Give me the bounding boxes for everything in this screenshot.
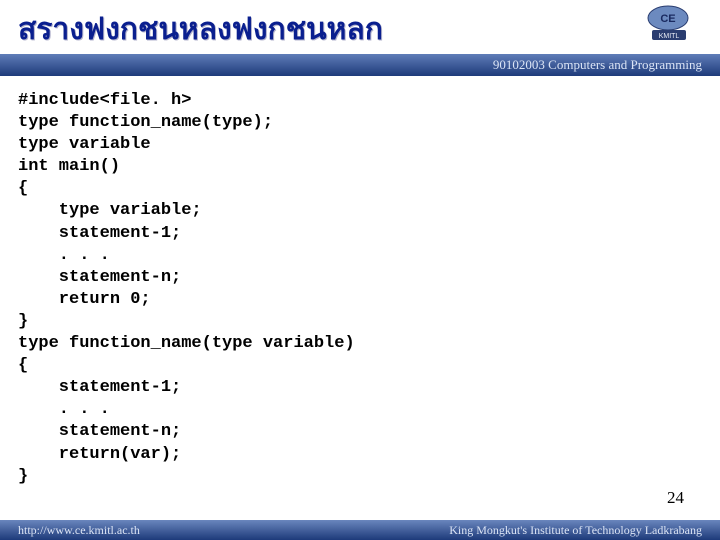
slide-title: สรางฟงกชนหลงฟงกชนหลก — [18, 6, 383, 53]
ce-kmitl-logo: CE KMITL — [642, 4, 694, 44]
svg-text:CE: CE — [660, 13, 675, 25]
footer-bar: http://www.ce.kmitl.ac.th King Mongkut's… — [0, 520, 720, 540]
svg-text:KMITL: KMITL — [659, 33, 680, 40]
page-number: 24 — [667, 488, 684, 508]
course-code-text: 90102003 Computers and Programming — [493, 57, 702, 73]
footer-institution: King Mongkut's Institute of Technology L… — [449, 523, 702, 538]
code-example: #include<file. h> type function_name(typ… — [18, 90, 355, 488]
header-area: สรางฟงกชนหลงฟงกชนหลก CE KMITL 90102003 C… — [0, 0, 720, 78]
header-bar: 90102003 Computers and Programming — [0, 54, 720, 76]
footer-url: http://www.ce.kmitl.ac.th — [18, 523, 140, 538]
